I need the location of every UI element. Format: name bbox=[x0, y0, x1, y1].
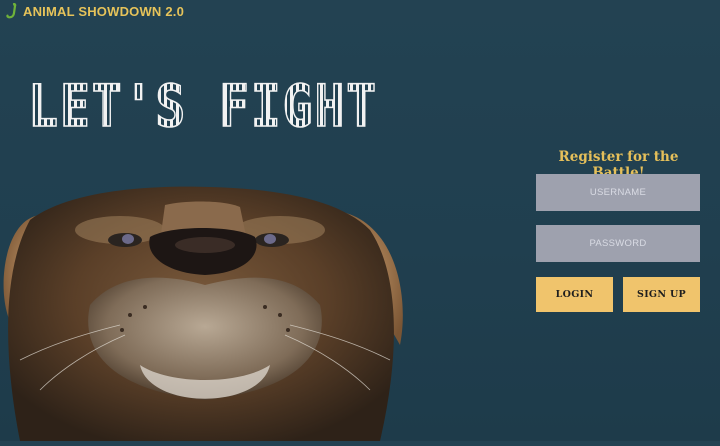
hero-title: LET'S FIGHT bbox=[26, 70, 386, 142]
sign-up-button[interactable]: SIGN UP bbox=[623, 277, 700, 312]
login-button[interactable]: LOGIN bbox=[536, 277, 613, 312]
serpent-logo-icon bbox=[6, 3, 17, 19]
lion-face-image bbox=[0, 185, 410, 441]
brand-name: ANIMAL SHOWDOWN 2.0 bbox=[23, 3, 185, 19]
username-input[interactable] bbox=[536, 174, 700, 211]
hero-title-text: LET'S FIGHT bbox=[28, 72, 378, 140]
brand[interactable]: ANIMAL SHOWDOWN 2.0 bbox=[6, 2, 184, 20]
password-input[interactable] bbox=[536, 225, 700, 262]
